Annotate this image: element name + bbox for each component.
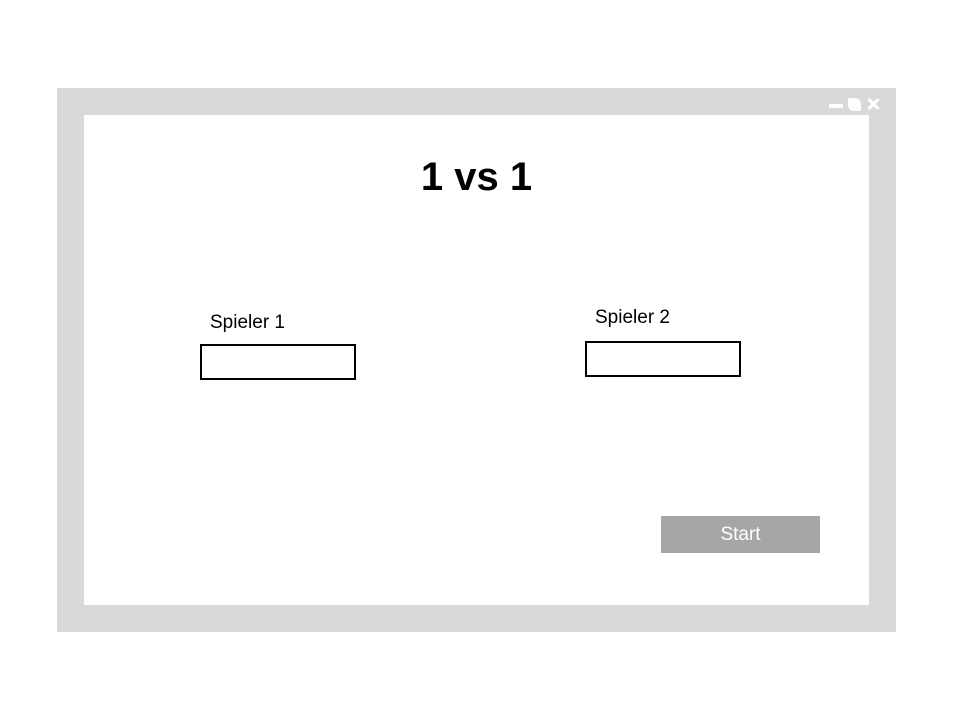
start-button[interactable]: Start [661,516,820,553]
window-content: 1 vs 1 Spieler 1 Spieler 2 Start [84,115,869,605]
window-controls [829,96,880,112]
player1-label: Spieler 1 [210,312,285,333]
app-window: 1 vs 1 Spieler 1 Spieler 2 Start [57,88,896,632]
player2-name-input[interactable] [585,341,741,377]
player2-label: Spieler 2 [595,307,670,328]
close-icon[interactable] [866,97,880,111]
player1-name-input[interactable] [200,344,356,380]
page-title: 1 vs 1 [420,155,533,199]
maximize-icon[interactable] [848,97,861,111]
minimize-icon[interactable] [829,104,843,108]
